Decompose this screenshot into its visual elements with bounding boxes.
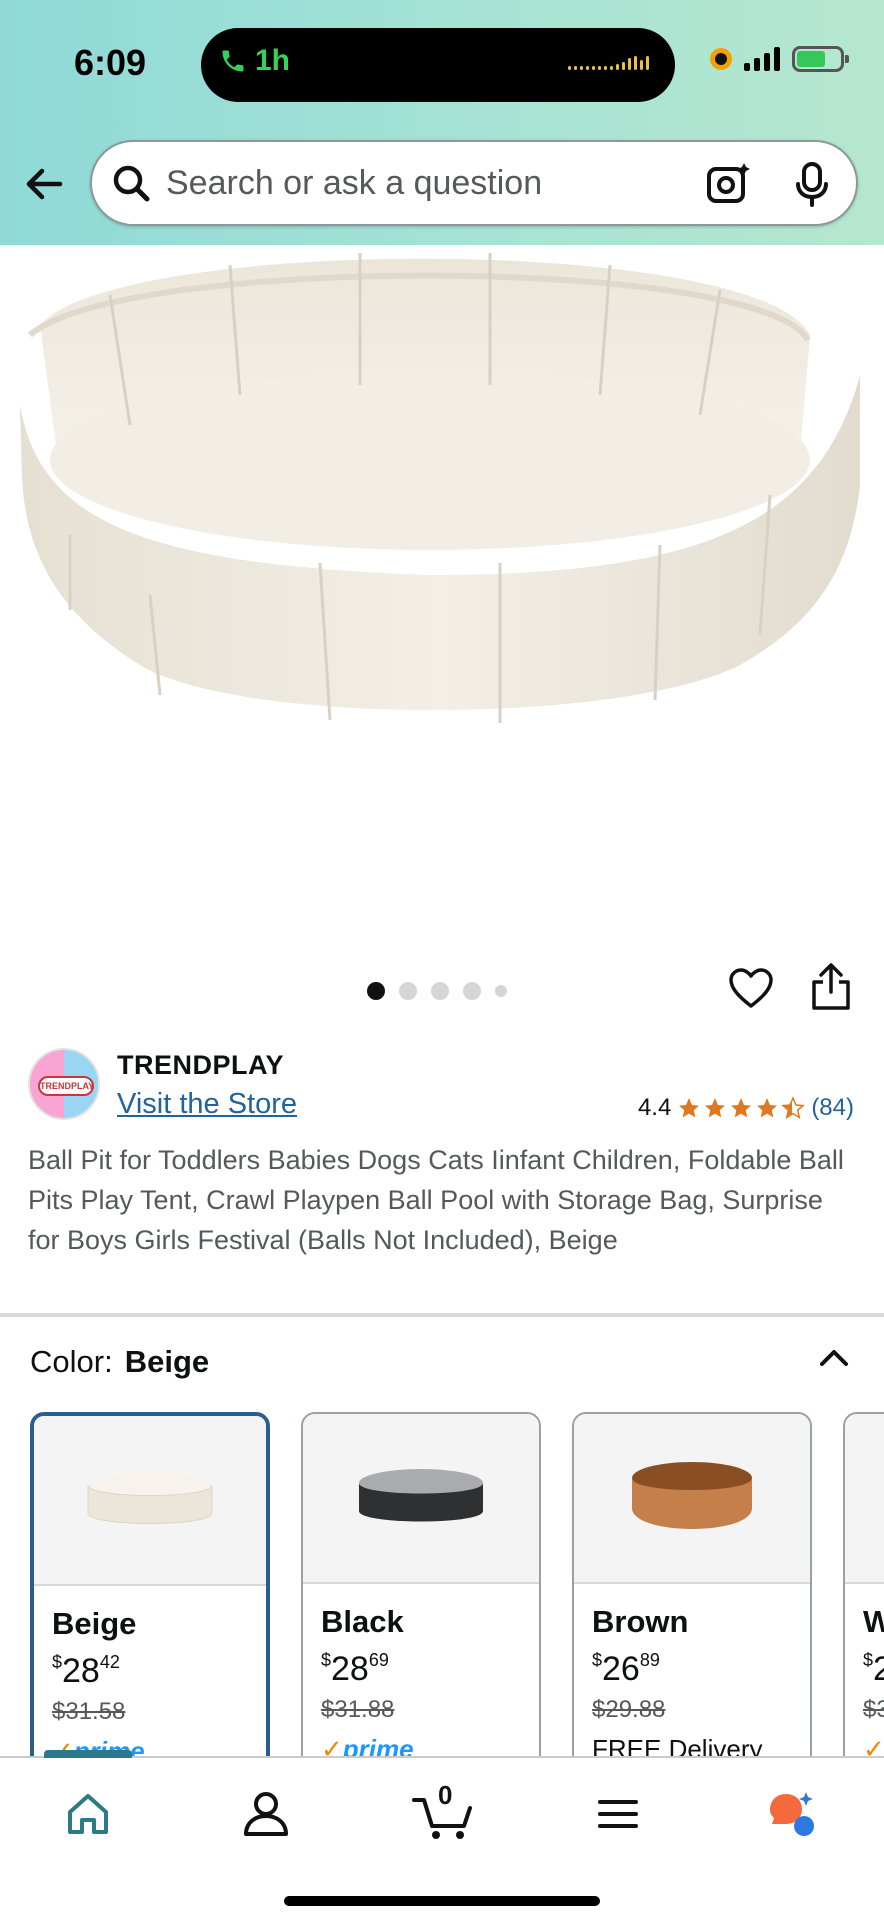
recording-indicator-icon (710, 48, 732, 70)
battery-charging-icon (792, 46, 849, 72)
color-option-beige[interactable]: Beige $2842 $31.58 ✓prime (30, 1412, 270, 1758)
phone-icon (222, 50, 244, 72)
product-image[interactable] (0, 245, 884, 945)
carousel-dot[interactable] (431, 982, 449, 1000)
swatch-name: Beige (52, 1606, 137, 1641)
swatch-list-price: $29.88 (592, 1696, 666, 1723)
carousel-dot[interactable] (399, 982, 417, 1000)
brand-logo-text: TRENDPLAY (38, 1076, 94, 1096)
call-duration: 1h (255, 44, 291, 77)
audio-waveform-icon (568, 56, 649, 70)
color-option-partial[interactable]: W $2 $3 ✓ (843, 1412, 884, 1758)
menu-icon[interactable] (590, 1786, 646, 1842)
color-label: Color: Beige (30, 1344, 209, 1380)
brand-logo[interactable]: TRENDPLAY (28, 1048, 100, 1120)
brand-name: TRENDPLAY (117, 1050, 285, 1080)
image-carousel-indicator[interactable] (367, 982, 507, 1000)
back-arrow-icon[interactable] (20, 160, 68, 208)
section-divider (0, 1313, 884, 1317)
rating-value: 4.4 (637, 1094, 672, 1121)
swatch-thumbnail (34, 1416, 266, 1586)
chevron-up-icon[interactable] (816, 1340, 852, 1376)
color-option-black[interactable]: Black $2869 $31.88 ✓prime (301, 1412, 541, 1758)
swatch-price: $2869 (321, 1650, 389, 1688)
active-tab-indicator (44, 1750, 132, 1758)
selected-color-value: Beige (124, 1344, 210, 1379)
free-delivery-label: FREE Delivery (592, 1734, 763, 1758)
color-option-brown[interactable]: Brown $2689 $29.88 FREE Delivery (572, 1412, 812, 1758)
swatch-thumbnail (845, 1414, 884, 1584)
swatch-price: $2842 (52, 1652, 120, 1690)
swatch-price: $2689 (592, 1650, 660, 1688)
top-header: 6:09 1h Search or ask a question (0, 0, 884, 245)
prime-badge: ✓prime (321, 1734, 414, 1758)
carousel-dot[interactable] (495, 985, 507, 997)
carousel-dot[interactable] (463, 982, 481, 1000)
swatch-thumbnail (574, 1414, 810, 1584)
cart-count: 0 (438, 1780, 453, 1810)
bottom-navigation: 0 (0, 1750, 884, 1920)
swatch-name: Brown (592, 1604, 689, 1639)
star-rating-icon (677, 1096, 806, 1120)
search-icon (113, 165, 150, 202)
carousel-dot[interactable] (367, 982, 385, 1000)
home-icon[interactable] (60, 1786, 116, 1842)
share-icon[interactable] (808, 962, 854, 1012)
color-swatch-list[interactable]: Beige $2842 $31.58 ✓prime Black $2869 $3… (30, 1412, 884, 1758)
visit-store-link[interactable]: Visit the Store (117, 1088, 297, 1121)
call-indicator[interactable]: 1h (219, 44, 290, 78)
signal-icon (744, 47, 780, 71)
color-label-text: Color: (30, 1344, 113, 1379)
swatch-list-price: $31.88 (321, 1696, 395, 1723)
heart-icon[interactable] (728, 966, 774, 1012)
rating-count-link[interactable]: (84) (811, 1094, 854, 1122)
rufus-icon[interactable] (764, 1786, 820, 1842)
status-icons (710, 46, 849, 72)
dynamic-island[interactable]: 1h (201, 28, 675, 102)
swatch-thumbnail (303, 1414, 539, 1584)
swatch-name: W (863, 1604, 884, 1640)
swatch-name: Black (321, 1604, 404, 1639)
rating-summary[interactable]: 4.4 (84) (638, 1094, 854, 1122)
status-time: 6:09 (74, 42, 147, 83)
cart-button[interactable]: 0 (410, 1780, 476, 1842)
search-bar[interactable]: Search or ask a question (90, 140, 858, 226)
product-title: Ball Pit for Toddlers Babies Dogs Cats I… (28, 1145, 844, 1255)
swatch-price: $2 (863, 1650, 884, 1688)
prime-badge: ✓ (863, 1734, 884, 1758)
swatch-list-price: $31.58 (52, 1698, 126, 1725)
swatch-list-price: $3 (863, 1696, 884, 1723)
camera-lens-icon[interactable] (704, 160, 752, 208)
search-input[interactable]: Search or ask a question (166, 164, 542, 203)
home-indicator (284, 1896, 600, 1906)
microphone-icon[interactable] (790, 160, 834, 208)
account-icon[interactable] (238, 1786, 294, 1842)
